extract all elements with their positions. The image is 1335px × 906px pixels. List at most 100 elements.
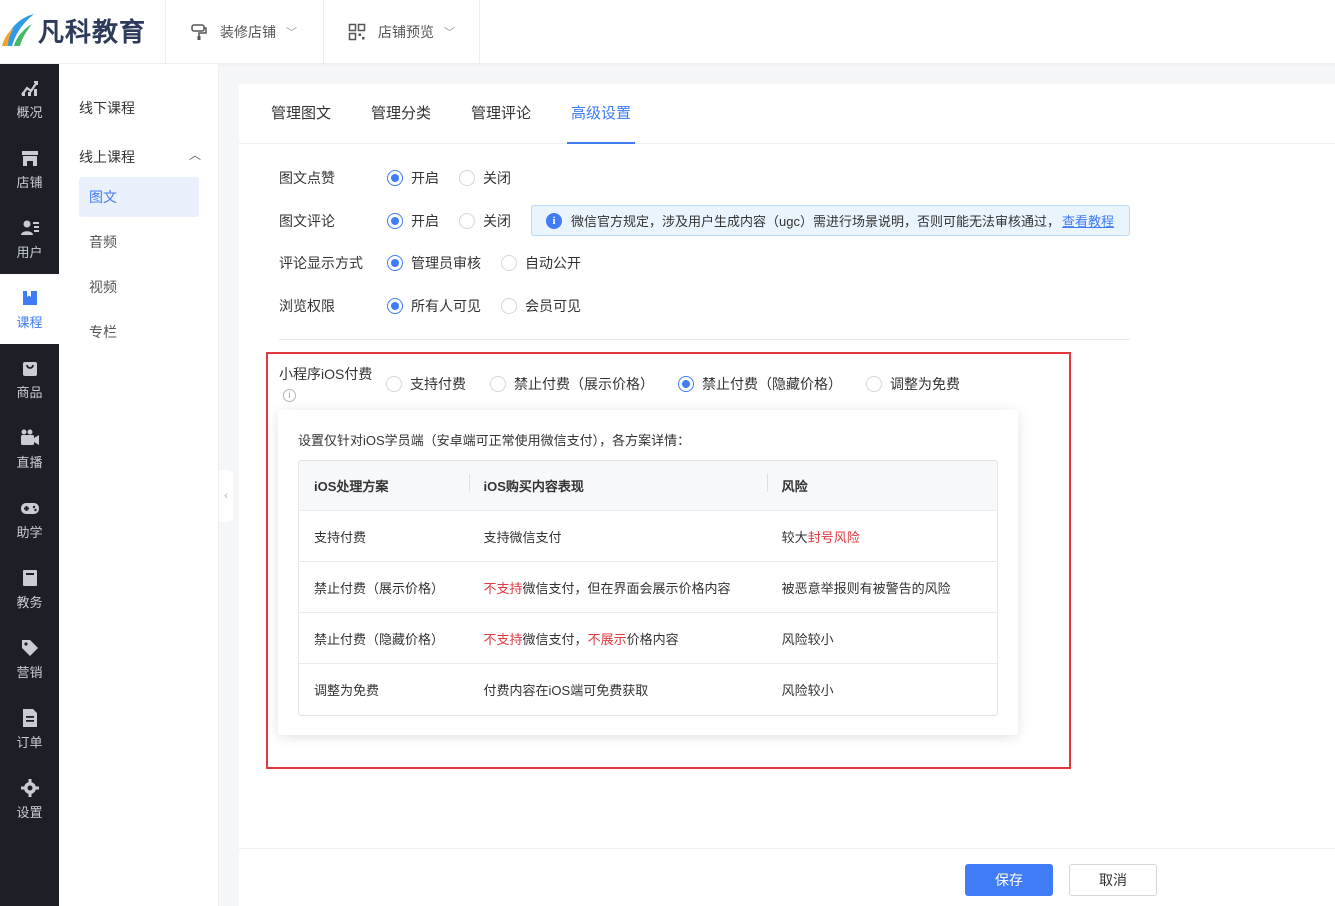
- plan-cell: 调整为免费: [314, 683, 380, 698]
- nav-label: 教务: [16, 594, 43, 610]
- radio-label: 自动公开: [525, 255, 581, 271]
- submenu-item-audio[interactable]: 音频: [79, 222, 199, 262]
- risk-text: 较大: [781, 529, 808, 545]
- table-row: 禁止付费（隐藏价格） 不支持微信支付，不展示价格内容 风险较小: [299, 613, 997, 664]
- table-header-cell: iOS处理方案: [314, 479, 389, 494]
- comment-display-label: 评论显示方式: [279, 255, 363, 271]
- comment-label: 图文评论: [279, 213, 335, 229]
- nav-label: 营销: [16, 664, 43, 680]
- everyone-visible-radio[interactable]: 所有人可见: [387, 296, 481, 316]
- nav-item-live[interactable]: 直播: [0, 414, 59, 484]
- nav-label: 课程: [16, 314, 43, 330]
- nav-item-users[interactable]: 用户: [0, 204, 59, 274]
- nav-item-goods[interactable]: 商品: [0, 344, 59, 414]
- nav-item-study[interactable]: 助学: [0, 484, 59, 554]
- submenu-offline-course[interactable]: 线下课程: [79, 98, 135, 118]
- table-row: 支持付费 支持微信支付 较大封号风险: [299, 511, 997, 562]
- nav-label: 用户: [16, 244, 43, 260]
- like-setting-row: 图文点赞 开启 关闭: [279, 166, 531, 190]
- submenu-item-column[interactable]: 专栏: [79, 312, 199, 352]
- nav-item-course[interactable]: 课程: [0, 274, 59, 344]
- course-submenu: 线下课程 线上课程 ︿ 图文 音频 视频 专栏: [59, 64, 219, 906]
- table-header-cell: 风险: [766, 474, 997, 495]
- document-icon: [22, 708, 37, 727]
- table-row: 禁止付费（展示价格） 不支持微信支付，但在界面会展示价格内容 被恶意举报则有被警…: [299, 562, 997, 613]
- member-visible-radio[interactable]: 会员可见: [501, 296, 581, 316]
- ios-payment-label: 小程序iOS付费 i: [279, 364, 379, 404]
- auto-public-radio[interactable]: 自动公开: [501, 253, 581, 273]
- bag-icon: [22, 361, 37, 376]
- comment-on-radio[interactable]: 开启: [387, 211, 439, 231]
- behavior-cell: 不支持微信支付，但在界面会展示价格内容: [469, 578, 767, 597]
- plan-cell: 支持付费: [314, 529, 367, 545]
- radio-label: 开启: [411, 213, 439, 229]
- store-icon: [21, 150, 38, 166]
- cancel-button[interactable]: 取消: [1069, 864, 1157, 896]
- forbid-show-price-radio[interactable]: 禁止付费（展示价格）: [490, 374, 654, 394]
- forbid-hide-price-radio[interactable]: 禁止付费（隐藏价格）: [678, 374, 842, 394]
- radio-label: 关闭: [483, 170, 511, 186]
- plan-cell: 禁止付费（展示价格）: [314, 580, 445, 596]
- decorate-store-menu[interactable]: 装修店铺 ﹀: [165, 0, 323, 64]
- submenu-item-video[interactable]: 视频: [79, 267, 199, 307]
- radio-label: 支持付费: [410, 376, 466, 392]
- radio-label: 禁止付费（展示价格）: [514, 376, 654, 392]
- radio-dot: [387, 213, 403, 229]
- nav-item-overview[interactable]: 概况: [0, 64, 59, 134]
- nav-item-academic[interactable]: 教务: [0, 554, 59, 624]
- gear-icon: [20, 778, 39, 797]
- radio-label: 所有人可见: [411, 298, 481, 314]
- behavior-cell: 付费内容在iOS端可免费获取: [483, 683, 649, 698]
- nav-label: 店铺: [16, 174, 43, 190]
- view-tutorial-link[interactable]: 查看教程: [1062, 211, 1114, 230]
- decorate-store-label: 装修店铺: [220, 24, 276, 40]
- ugc-notice: i 微信官方规定，涉及用户生成内容（ugc）需进行场景说明，否则可能无法审核通过…: [531, 205, 1130, 236]
- save-button[interactable]: 保存: [965, 864, 1053, 896]
- tab-manage-comments[interactable]: 管理评论: [471, 84, 531, 144]
- collapse-sidebar-button[interactable]: ‹: [219, 470, 233, 522]
- tab-manage-articles[interactable]: 管理图文: [271, 84, 331, 144]
- support-payment-radio[interactable]: 支持付费: [386, 374, 466, 394]
- submenu-online-label: 线上课程: [79, 149, 135, 165]
- radio-label: 调整为免费: [890, 376, 960, 392]
- like-off-radio[interactable]: 关闭: [459, 168, 511, 188]
- ios-payment-label-text: 小程序iOS付费: [279, 366, 373, 382]
- behavior-highlight: 不支持: [483, 580, 523, 596]
- qrcode-icon: [348, 23, 366, 41]
- nav-item-marketing[interactable]: 营销: [0, 624, 59, 694]
- behavior-text: 微信支付，: [522, 631, 588, 647]
- brand-name: 凡科教育: [38, 16, 147, 47]
- info-circle-icon[interactable]: i: [283, 388, 296, 402]
- radio-dot: [866, 376, 882, 392]
- ios-plan-table: iOS处理方案 iOS购买内容表现 风险 支持付费 支持微信支付 较大封号风险 …: [298, 460, 998, 716]
- gamepad-icon: [20, 502, 39, 514]
- ios-payment-options: 支持付费 禁止付费（展示价格） 禁止付费（隐藏价格） 调整为免费: [386, 372, 980, 396]
- nav-label: 设置: [16, 804, 43, 820]
- set-free-radio[interactable]: 调整为免费: [866, 374, 960, 394]
- main-nav: 概况 店铺 用户 课程 商品 直播 助学 教务 营销 订单 设置: [0, 64, 59, 906]
- behavior-highlight: 不支持: [483, 631, 523, 647]
- submenu-online-course[interactable]: 线上课程 ︿: [79, 147, 201, 167]
- popover-description: 设置仅针对iOS学员端（安卓端可正常使用微信支付），各方案详情：: [298, 433, 691, 448]
- tab-manage-categories[interactable]: 管理分类: [371, 84, 431, 144]
- risk-cell: 被恶意举报则有被警告的风险: [781, 580, 951, 596]
- nav-item-settings[interactable]: 设置: [0, 764, 59, 834]
- submenu-item-article[interactable]: 图文: [79, 177, 199, 217]
- brand-logo[interactable]: 凡科教育: [0, 8, 146, 52]
- nav-label: 概况: [16, 104, 43, 120]
- radio-dot: [501, 255, 517, 271]
- nav-item-orders[interactable]: 订单: [0, 694, 59, 764]
- comment-display-row: 评论显示方式 管理员审核 自动公开: [279, 251, 601, 275]
- section-divider: [279, 339, 1130, 340]
- comment-off-radio[interactable]: 关闭: [459, 211, 511, 231]
- behavior-cell: 不支持微信支付，不展示价格内容: [469, 629, 767, 648]
- users-icon: [20, 220, 39, 235]
- notebook-icon: [22, 569, 37, 586]
- store-preview-menu[interactable]: 店铺预览 ﹀: [323, 0, 480, 64]
- comment-setting-row: 图文评论 开启 关闭: [279, 209, 531, 233]
- tab-advanced-settings[interactable]: 高级设置: [567, 84, 636, 144]
- radio-label: 关闭: [483, 213, 511, 229]
- like-on-radio[interactable]: 开启: [387, 168, 439, 188]
- nav-item-store[interactable]: 店铺: [0, 134, 59, 204]
- admin-review-radio[interactable]: 管理员审核: [387, 253, 481, 273]
